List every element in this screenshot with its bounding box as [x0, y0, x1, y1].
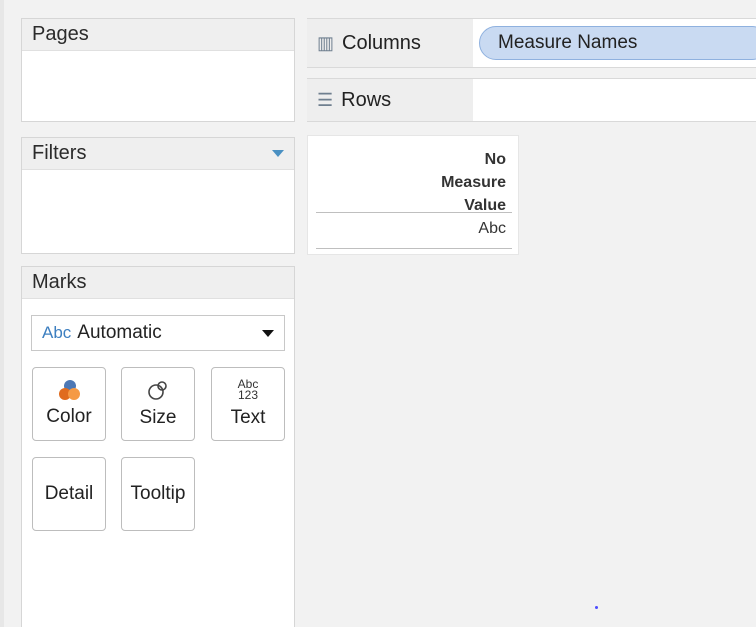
columns-shelf-label: ▥ Columns — [307, 19, 473, 67]
tableau-workspace: Pages Filters Marks Abc Automatic Color — [0, 0, 756, 627]
size-mark-button[interactable]: Size — [121, 367, 195, 441]
size-icon — [148, 381, 167, 400]
header-line-3: Value — [464, 197, 506, 214]
tooltip-label: Tooltip — [130, 483, 186, 504]
size-label: Size — [139, 407, 177, 428]
rows-shelf[interactable]: ☰ Rows — [307, 78, 756, 122]
table-cell: Abc — [478, 220, 506, 237]
rows-icon: ☰ — [317, 89, 334, 110]
marks-card: Marks Abc Automatic Color Size Abc 123 T… — [21, 266, 295, 627]
header-divider — [316, 212, 512, 213]
detail-label: Detail — [44, 483, 94, 504]
measure-names-pill[interactable]: Measure Names — [479, 26, 756, 60]
pages-shelf[interactable]: Pages — [21, 18, 295, 122]
canvas-dot — [595, 606, 598, 609]
filters-shelf[interactable]: Filters — [21, 137, 295, 254]
view-table: No Measure Value Abc — [307, 135, 519, 255]
color-label: Color — [46, 406, 92, 427]
measure-value-header: No Measure Value — [441, 148, 506, 217]
left-edge — [0, 0, 4, 627]
pages-shelf-header: Pages — [22, 19, 294, 51]
rows-label: Rows — [341, 88, 392, 111]
chevron-down-icon[interactable] — [272, 150, 284, 157]
columns-shelf[interactable]: ▥ Columns Measure Names — [307, 18, 756, 68]
marks-title: Marks — [32, 271, 87, 293]
rows-shelf-label: ☰ Rows — [307, 79, 473, 121]
header-line-2: Measure — [441, 174, 506, 191]
caret-down-icon — [262, 329, 274, 337]
columns-label: Columns — [342, 31, 421, 54]
detail-mark-button[interactable]: Detail — [32, 457, 106, 531]
text-icon: Abc 123 — [237, 378, 259, 402]
measure-names-pill-label: Measure Names — [498, 32, 638, 53]
text-mark-button[interactable]: Abc 123 Text — [211, 367, 285, 441]
table-bottom-divider — [316, 248, 512, 249]
pages-title: Pages — [32, 23, 89, 45]
tooltip-mark-button[interactable]: Tooltip — [121, 457, 195, 531]
marks-card-header: Marks — [22, 267, 294, 299]
filters-shelf-header: Filters — [22, 138, 294, 170]
color-mark-button[interactable]: Color — [32, 367, 106, 441]
filters-title: Filters — [32, 142, 87, 164]
header-line-1: No — [484, 151, 506, 168]
mark-type-dropdown[interactable]: Abc Automatic — [31, 315, 285, 351]
color-icon — [59, 380, 80, 400]
text-label: Text — [230, 407, 266, 428]
abc-icon: Abc — [42, 323, 72, 342]
text-icon-bottom: 123 — [237, 388, 259, 402]
mark-type-value: Automatic — [77, 322, 162, 343]
columns-icon: ▥ — [317, 32, 335, 53]
